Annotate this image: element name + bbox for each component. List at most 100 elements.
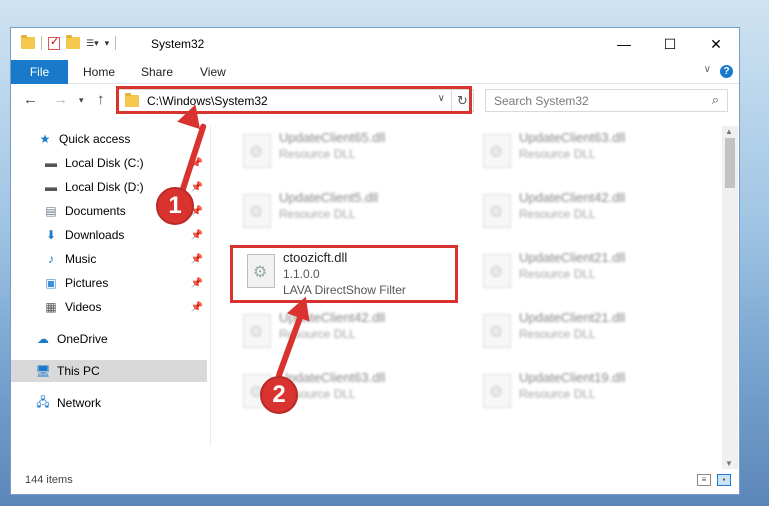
dll-file-icon — [483, 314, 511, 348]
file-name: UpdateClient19.dll — [519, 370, 626, 385]
file-name: UpdateClient63.dll — [519, 130, 626, 145]
videos-icon: ▦ — [45, 300, 57, 314]
pin-icon: 📌 — [190, 277, 203, 289]
file-item[interactable]: UpdateClient42.dll Resource DLL — [237, 306, 457, 358]
dll-file-icon — [483, 134, 511, 168]
file-name: UpdateClient65.dll — [279, 130, 386, 145]
scroll-down-icon[interactable]: ▼ — [725, 459, 733, 468]
window-title: System32 — [151, 37, 205, 51]
customize-toolbar-icon[interactable]: ☰▾ — [86, 38, 99, 49]
documents-icon: ▤ — [45, 204, 57, 218]
file-name: UpdateClient21.dll — [519, 250, 626, 265]
pin-icon: 📌 — [190, 229, 203, 241]
file-type: Resource DLL — [279, 207, 356, 221]
ribbon-expand-icon[interactable]: ∨ — [704, 64, 711, 75]
sidebar-item-label: Local Disk (C:) — [65, 156, 144, 170]
computer-icon: 🖥 — [35, 364, 51, 378]
properties-icon[interactable] — [48, 35, 60, 50]
file-type: Resource DLL — [519, 267, 596, 281]
file-item[interactable]: UpdateClient5.dll Resource DLL — [237, 186, 457, 238]
chevron-down-icon[interactable]: ▾ — [105, 38, 110, 49]
recent-locations-icon[interactable]: ▾ — [79, 95, 84, 106]
download-icon: ⬇ — [45, 228, 57, 242]
search-input[interactable]: Search System32 — [494, 94, 589, 108]
pin-icon: 📌 — [190, 301, 203, 313]
title-bar: ☰▾ ▾ System32 — ☐ ✕ — [11, 28, 739, 60]
sidebar-item-label: Videos — [65, 300, 102, 314]
sidebar-item-network[interactable]: 🖧 Network — [11, 392, 207, 414]
close-icon[interactable]: ✕ — [693, 28, 739, 60]
music-icon: ♪ — [48, 252, 54, 266]
dll-file-icon — [243, 194, 271, 228]
pictures-icon: ▣ — [45, 276, 57, 290]
tab-view[interactable]: View — [200, 65, 226, 79]
dll-file-icon — [243, 134, 271, 168]
file-type: Resource DLL — [519, 327, 596, 341]
file-item[interactable]: UpdateClient42.dll Resource DLL — [477, 186, 697, 238]
file-name: ctoozicft.dll — [283, 250, 348, 265]
tab-file[interactable]: File — [11, 60, 68, 84]
navigation-pane: ★ Quick access ▬ Local Disk (C:) 📌 ▬ Loc… — [11, 126, 207, 446]
file-item[interactable]: UpdateClient21.dll Resource DLL — [477, 246, 697, 298]
pane-divider[interactable] — [210, 126, 211, 446]
item-count: 144 items — [25, 474, 73, 486]
file-item[interactable]: UpdateClient19.dll Resource DLL — [477, 366, 697, 418]
search-icon[interactable]: ⌕ — [712, 92, 719, 108]
folder-icon — [125, 92, 139, 107]
file-type: Resource DLL — [519, 387, 596, 401]
large-icons-view-icon[interactable]: ▪ — [717, 474, 731, 486]
folder-icon — [21, 35, 35, 49]
ribbon-tabs: File Home Share View ∨ ? — [11, 60, 739, 84]
sidebar-item-pictures[interactable]: ▣ Pictures 📌 — [11, 272, 207, 294]
sidebar-item-onedrive[interactable]: ☁ OneDrive — [11, 328, 207, 350]
toolbar-divider — [115, 36, 117, 50]
sidebar-item-quick-access[interactable]: ★ Quick access — [11, 128, 207, 150]
chevron-down-icon[interactable]: ∨ — [438, 93, 445, 104]
vertical-scrollbar[interactable]: ▲ ▼ — [722, 126, 738, 469]
search-box[interactable]: Search System32 ⌕ — [485, 89, 728, 112]
address-bar[interactable]: C:\Windows\System32 ∨ ↻ — [118, 89, 474, 112]
sidebar-item-this-pc[interactable]: 🖥 This PC — [11, 360, 207, 382]
file-item-ctoozicft[interactable]: ctoozicft.dll 1.1.0.0 LAVA DirectShow Fi… — [241, 246, 461, 298]
pin-icon: 📌 — [190, 253, 203, 265]
file-name: UpdateClient21.dll — [519, 310, 626, 325]
sidebar-item-local-disk-c[interactable]: ▬ Local Disk (C:) 📌 — [11, 152, 207, 174]
maximize-icon[interactable]: ☐ — [647, 28, 693, 60]
file-name: UpdateClient63.dll — [279, 370, 386, 385]
sidebar-item-downloads[interactable]: ⬇ Downloads 📌 — [11, 224, 207, 246]
dll-file-icon — [483, 194, 511, 228]
file-explorer-window: ☰▾ ▾ System32 — ☐ ✕ File Home Share View… — [10, 27, 740, 495]
navigation-bar: ← → ▾ ↑ C:\Windows\System32 ∨ ↻ Search S… — [11, 85, 739, 117]
sidebar-item-label: Downloads — [65, 228, 125, 242]
sidebar-item-label: This PC — [57, 364, 100, 378]
minimize-icon[interactable]: — — [601, 28, 647, 60]
up-arrow-icon[interactable]: ↑ — [97, 91, 105, 108]
drive-icon: ▬ — [45, 156, 57, 170]
cloud-icon: ☁ — [37, 332, 49, 346]
back-arrow-icon[interactable]: ← — [23, 91, 38, 108]
sidebar-item-videos[interactable]: ▦ Videos 📌 — [11, 296, 207, 318]
help-icon[interactable]: ? — [720, 65, 733, 78]
sidebar-item-label: Documents — [65, 204, 126, 218]
drive-icon: ▬ — [45, 180, 57, 194]
file-item[interactable]: UpdateClient65.dll Resource DLL — [237, 126, 457, 178]
sidebar-item-label: Pictures — [65, 276, 109, 290]
tab-share[interactable]: Share — [141, 65, 173, 79]
new-folder-icon[interactable] — [66, 35, 80, 49]
scrollbar-thumb[interactable] — [725, 138, 735, 188]
refresh-icon[interactable]: ↻ — [451, 90, 473, 111]
address-path[interactable]: C:\Windows\System32 — [147, 94, 268, 108]
details-view-icon[interactable]: ≡ — [697, 474, 711, 486]
sidebar-item-music[interactable]: ♪ Music 📌 — [11, 248, 207, 270]
forward-arrow-icon[interactable]: → — [53, 91, 68, 108]
file-type: Resource DLL — [519, 147, 596, 161]
dll-file-icon — [483, 374, 511, 408]
toolbar-divider — [41, 36, 42, 50]
file-type: Resource DLL — [279, 147, 356, 161]
file-item[interactable]: UpdateClient21.dll Resource DLL — [477, 306, 697, 358]
file-item[interactable]: UpdateClient63.dll Resource DLL — [477, 126, 697, 178]
scroll-up-icon[interactable]: ▲ — [725, 127, 733, 136]
sidebar-item-label: Local Disk (D:) — [65, 180, 144, 194]
tab-home[interactable]: Home — [83, 65, 115, 79]
dll-file-icon — [483, 254, 511, 288]
